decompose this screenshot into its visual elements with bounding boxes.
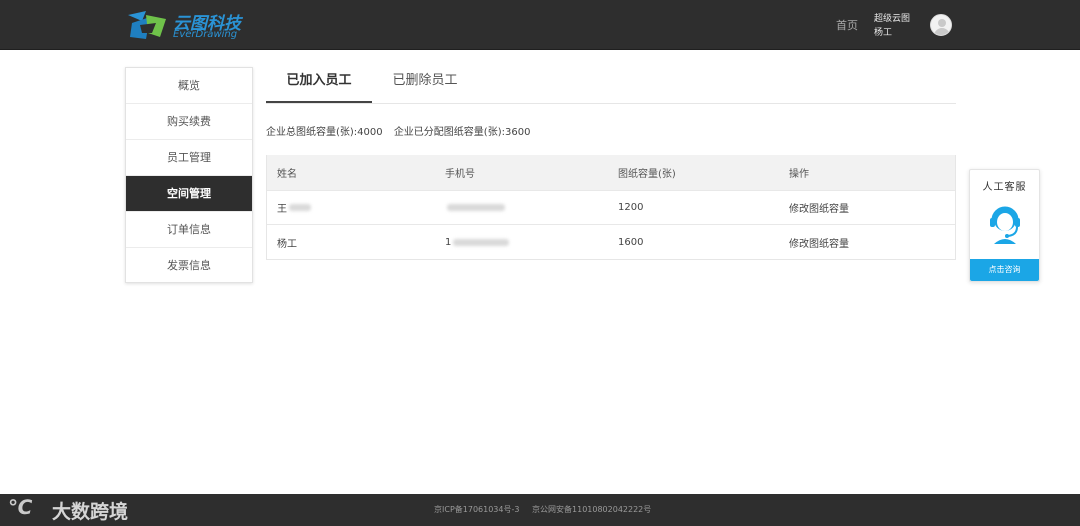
table-row: 王 1200 修改图纸容量	[267, 191, 955, 225]
capacity-cell: 1200	[618, 202, 644, 213]
avatar-head-icon	[938, 19, 946, 27]
footer: 京ICP备17061034号-3 京公网安备11010802042222号	[0, 494, 1080, 526]
phone-cell: 1	[445, 225, 510, 259]
edit-capacity-link[interactable]: 修改图纸容量	[789, 225, 849, 259]
customer-service-title: 人工客服	[982, 182, 1027, 193]
watermark-text: 大数跨境	[52, 501, 129, 523]
assigned-capacity: 企业已分配图纸容量(张):3600	[393, 127, 531, 138]
tab-deleted-staff[interactable]: 已删除员工	[372, 67, 478, 103]
customer-service-widget[interactable]: 人工客服 点击咨询	[969, 169, 1040, 282]
total-capacity: 企业总图纸容量(张):4000	[266, 127, 383, 138]
edit-capacity-link[interactable]: 修改图纸容量	[789, 191, 849, 224]
watermark-mark-icon: ℃	[8, 495, 33, 519]
user-name: 杨工	[874, 28, 893, 38]
phone-cell	[445, 191, 505, 224]
name-cell: 王	[277, 191, 311, 224]
top-navbar: 云图科技 EverDrawing 首页 超级云图 杨工	[0, 0, 1080, 50]
consult-button[interactable]: 点击咨询	[970, 259, 1039, 281]
phone-text: 1	[445, 236, 452, 248]
column-header-phone: 手机号	[445, 169, 475, 180]
sidebar: 概览 购买续费 员工管理 空间管理 订单信息 发票信息	[125, 67, 253, 283]
tab-joined-staff[interactable]: 已加入员工	[266, 67, 372, 103]
sidebar-item-space[interactable]: 空间管理	[126, 176, 252, 212]
redacted-blur	[289, 204, 311, 211]
name-cell: 杨工	[277, 238, 297, 250]
column-header-action: 操作	[789, 169, 809, 180]
logo-text-en: EverDrawing	[173, 29, 238, 40]
icp-license[interactable]: 京ICP备17061034号-3	[434, 505, 519, 514]
column-header-name: 姓名	[277, 169, 297, 180]
column-header-capacity: 图纸容量(张)	[618, 169, 676, 180]
avatar-body-icon	[934, 28, 950, 35]
sidebar-item-overview[interactable]: 概览	[126, 68, 252, 104]
capacity-summary: 企业总图纸容量(张):4000 企业已分配图纸容量(张):3600	[266, 123, 538, 138]
sidebar-item-purchase[interactable]: 购买续费	[126, 104, 252, 140]
sidebar-item-staff[interactable]: 员工管理	[126, 140, 252, 176]
police-record[interactable]: 京公网安备11010802042222号	[532, 505, 651, 514]
capacity-cell: 1600	[618, 236, 644, 248]
logo-mark-icon	[128, 11, 166, 39]
redacted-blur	[453, 238, 510, 246]
sidebar-item-orders[interactable]: 订单信息	[126, 212, 252, 248]
name-text: 王	[277, 204, 287, 215]
staff-table: 姓名 手机号 图纸容量(张) 操作 王 1200 修改图纸容量 杨工 1 160…	[266, 155, 956, 260]
avatar[interactable]	[930, 14, 952, 36]
logo[interactable]: 云图科技 EverDrawing	[126, 9, 246, 41]
home-link[interactable]: 首页	[836, 17, 858, 33]
table-row: 杨工 1 1600 修改图纸容量	[267, 225, 955, 259]
footer-info: 京ICP备17061034号-3 京公网安备11010802042222号	[434, 504, 661, 515]
tab-bar: 已加入员工 已删除员工	[266, 67, 956, 104]
headset-agent-icon	[990, 206, 1020, 244]
user-role: 超级云图	[874, 14, 911, 24]
user-info[interactable]: 超级云图 杨工	[874, 12, 910, 40]
redacted-blur	[447, 204, 505, 211]
sidebar-item-invoices[interactable]: 发票信息	[126, 248, 252, 284]
table-header-row: 姓名 手机号 图纸容量(张) 操作	[267, 155, 955, 191]
